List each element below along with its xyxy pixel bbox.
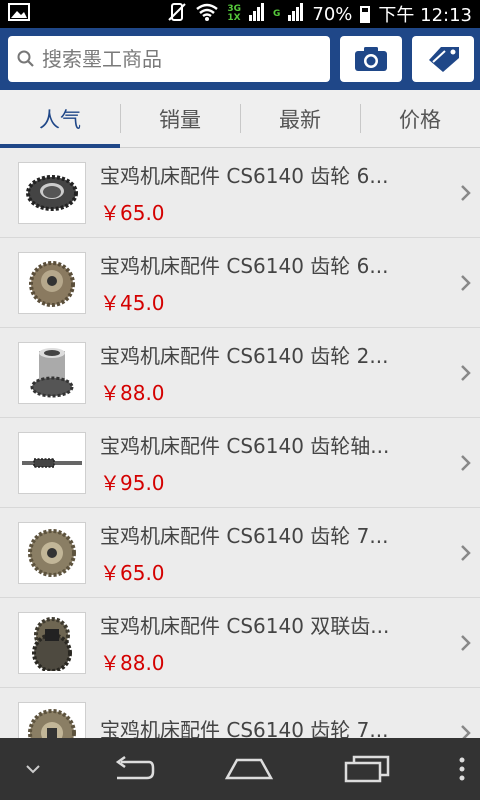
chevron-right-icon bbox=[452, 273, 480, 293]
product-price: ￥95.0 bbox=[100, 470, 165, 495]
chevron-down-icon bbox=[26, 765, 40, 774]
list-item[interactable]: 宝鸡机床配件 CS6140 齿轮轴... ￥95.0 bbox=[0, 418, 480, 508]
back-button[interactable] bbox=[109, 754, 157, 784]
battery-icon bbox=[360, 5, 371, 23]
more-vertical-icon bbox=[459, 757, 465, 781]
camera-icon bbox=[355, 47, 387, 71]
product-thumbnail bbox=[18, 521, 86, 584]
vibrate-off-icon bbox=[167, 2, 187, 27]
product-price: ￥65.0 bbox=[100, 200, 165, 225]
list-item[interactable]: 宝鸡机床配件 CS6140 齿轮 7... ￥65.0 bbox=[0, 508, 480, 598]
search-input[interactable] bbox=[40, 46, 330, 72]
tab-label: 价格 bbox=[399, 107, 441, 132]
product-title: 宝鸡机床配件 CS6140 齿轮 6... bbox=[100, 163, 389, 188]
product-thumbnail bbox=[18, 251, 86, 314]
tab-label: 最新 bbox=[279, 107, 321, 132]
tab-popularity[interactable]: 人气 bbox=[0, 90, 120, 147]
list-item[interactable]: 宝鸡机床配件 CS6140 齿轮 6... ￥65.0 bbox=[0, 148, 480, 238]
battery-percent: 70% bbox=[312, 3, 353, 25]
app-header bbox=[0, 28, 480, 90]
wifi-icon bbox=[195, 3, 219, 26]
tab-label: 销量 bbox=[159, 107, 201, 132]
tab-sales[interactable]: 销量 bbox=[120, 90, 240, 147]
recent-apps-button[interactable] bbox=[342, 754, 392, 784]
sort-tabs: 人气 销量 最新 价格 bbox=[0, 90, 480, 148]
chevron-right-icon bbox=[452, 633, 480, 653]
home-button[interactable] bbox=[223, 754, 275, 784]
chevron-right-icon bbox=[452, 363, 480, 383]
product-price: ￥88.0 bbox=[100, 650, 165, 675]
product-thumbnail bbox=[18, 341, 86, 404]
product-title: 宝鸡机床配件 CS6140 齿轮 6... bbox=[100, 253, 389, 278]
clock: 下午 12:13 bbox=[378, 5, 472, 26]
signal-icon bbox=[248, 2, 265, 26]
tab-price[interactable]: 价格 bbox=[360, 90, 480, 147]
product-title: 宝鸡机床配件 CS6140 齿轮 7... bbox=[100, 523, 389, 548]
tag-button[interactable] bbox=[412, 36, 474, 82]
product-title: 宝鸡机床配件 CS6140 齿轮轴... bbox=[100, 433, 390, 458]
system-navigation-bar bbox=[0, 738, 480, 800]
product-thumbnail bbox=[18, 611, 86, 674]
list-item[interactable]: 宝鸡机床配件 CS6140 双联齿... ￥88.0 bbox=[0, 598, 480, 688]
network-type-label: 3G 1X bbox=[227, 5, 241, 23]
camera-button[interactable] bbox=[340, 36, 402, 82]
product-title: 宝鸡机床配件 CS6140 齿轮 2... bbox=[100, 343, 389, 368]
tag-icon bbox=[429, 47, 459, 72]
network-bottom-text: 1X bbox=[227, 13, 241, 23]
product-list: 宝鸡机床配件 CS6140 齿轮 6... ￥65.0 宝鸡机床配件 CS614… bbox=[0, 148, 480, 778]
product-price: ￥65.0 bbox=[100, 560, 165, 585]
tab-newest[interactable]: 最新 bbox=[240, 90, 360, 147]
signal-letter: G bbox=[272, 8, 281, 19]
recent-apps-icon bbox=[344, 755, 389, 783]
chevron-right-icon bbox=[452, 183, 480, 203]
hide-keyboard-button[interactable] bbox=[24, 763, 42, 775]
product-thumbnail bbox=[18, 161, 86, 224]
search-box[interactable] bbox=[8, 36, 330, 82]
list-item[interactable]: 宝鸡机床配件 CS6140 齿轮 6... ￥45.0 bbox=[0, 238, 480, 328]
list-item[interactable]: 宝鸡机床配件 CS6140 齿轮 2... ￥88.0 bbox=[0, 328, 480, 418]
status-bar: 3G 1X G 70% 下午 12:13 bbox=[0, 0, 480, 28]
home-icon bbox=[224, 758, 274, 780]
image-notification-icon bbox=[8, 2, 30, 26]
signal-icon-2 bbox=[288, 2, 304, 26]
product-price: ￥88.0 bbox=[100, 380, 165, 405]
chevron-right-icon bbox=[452, 453, 480, 473]
product-title: 宝鸡机床配件 CS6140 双联齿... bbox=[100, 613, 390, 638]
product-thumbnail bbox=[18, 431, 86, 494]
back-icon bbox=[115, 755, 154, 780]
tab-label: 人气 bbox=[39, 107, 81, 132]
chevron-right-icon bbox=[452, 543, 480, 563]
product-price: ￥45.0 bbox=[100, 290, 165, 315]
overflow-menu-button[interactable] bbox=[458, 756, 466, 782]
search-icon bbox=[17, 50, 34, 67]
